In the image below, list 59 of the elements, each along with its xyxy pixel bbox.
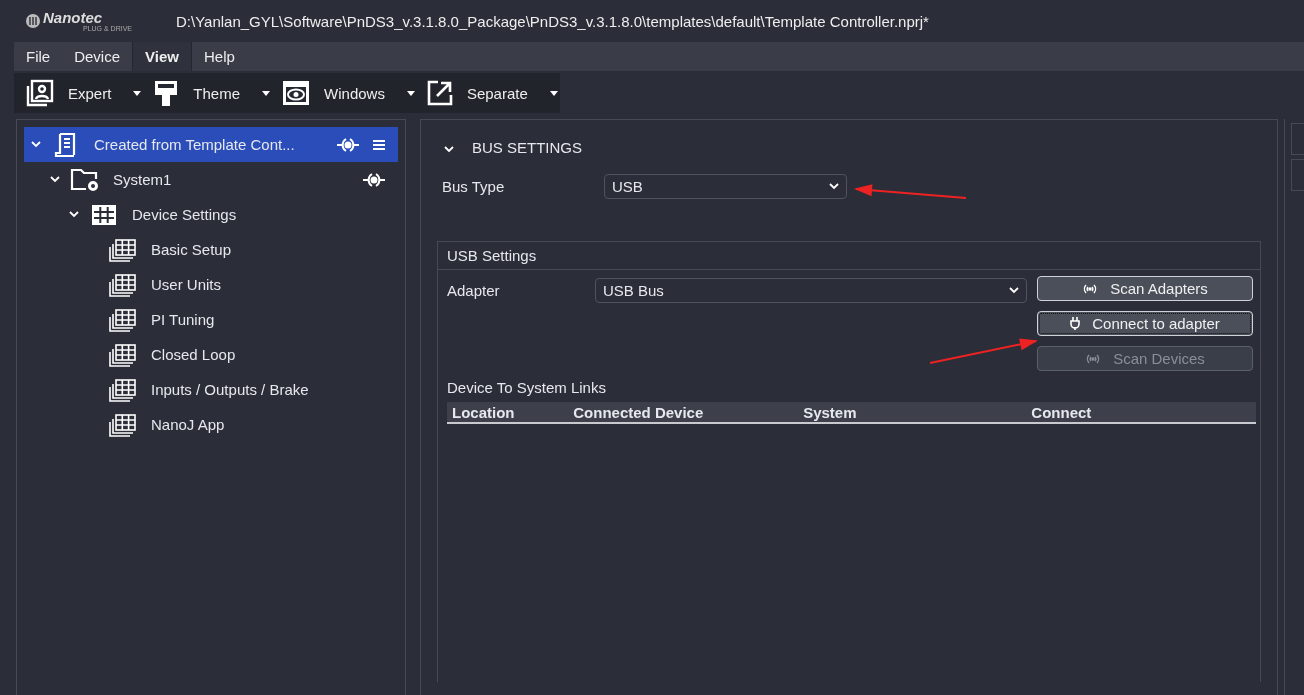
toolbar-button[interactable]: Separate <box>466 84 528 102</box>
paint-roller-icon <box>153 79 180 107</box>
table-stack-icon <box>109 272 137 297</box>
bus-type-dropdown[interactable]: USB <box>604 174 847 199</box>
toolbar-button[interactable]: Theme <box>193 84 241 102</box>
tree-item[interactable]: Basic Setup <box>24 232 398 267</box>
tree-item[interactable]: NanoJ App <box>24 407 398 442</box>
folder-gear-icon <box>70 167 100 192</box>
chevron-down-icon[interactable] <box>1009 287 1019 294</box>
table-stack-icon <box>109 307 137 332</box>
logo-icon <box>26 14 40 28</box>
chevron-down-icon[interactable] <box>31 141 41 148</box>
field-label: Adapter <box>447 282 501 299</box>
tree-item[interactable]: System1 <box>24 162 398 197</box>
target-link-icon[interactable] <box>362 170 386 189</box>
chevron-down-icon[interactable] <box>50 176 60 183</box>
chevron-down-icon[interactable] <box>69 211 79 218</box>
caret-icon[interactable] <box>549 90 558 96</box>
tree-item[interactable]: User Units <box>24 267 398 302</box>
caret-icon[interactable] <box>133 90 142 96</box>
logo-text: Nanotec <box>43 10 104 25</box>
document-icon <box>54 131 78 158</box>
action-button[interactable]: Scan Adapters <box>1037 276 1253 301</box>
table-stack-icon <box>109 377 137 402</box>
column-header[interactable]: System <box>798 402 1027 423</box>
menu-item[interactable]: View <box>132 42 192 71</box>
table-stack-icon <box>109 412 137 437</box>
window-title: D:\Yanlan_GYL\Software\PnDS3_v.3.1.8.0_Package\PnDS3_v.3.1.8.0\templates\default\Template Controller.nprj* <box>176 12 929 30</box>
adapter-dropdown[interactable]: USB Bus <box>595 278 1027 303</box>
target-link-icon[interactable] <box>336 135 360 154</box>
tree-item[interactable]: Inputs / Outputs / Brake <box>24 372 398 407</box>
grid-icon <box>92 204 116 225</box>
table-stack-icon <box>109 237 137 262</box>
tree-item[interactable]: Closed Loop <box>24 337 398 372</box>
chevron-down-icon[interactable] <box>829 183 839 190</box>
column-header[interactable]: Connected Device <box>568 402 799 423</box>
caret-icon[interactable] <box>406 90 415 96</box>
section-title: BUS SETTINGS <box>472 138 583 156</box>
chevron-down-icon[interactable] <box>444 145 454 153</box>
table-stack-icon <box>109 342 137 367</box>
column-header[interactable]: Location <box>447 402 569 423</box>
field-label: Bus Type <box>441 178 506 195</box>
menu-icon[interactable] <box>372 138 386 151</box>
tree-item[interactable]: Device Settings <box>24 197 398 232</box>
broadcast-icon <box>1082 283 1099 294</box>
portrait-icon <box>26 79 54 107</box>
toolbar-button[interactable]: Expert <box>68 84 112 102</box>
column-header[interactable]: Connect <box>1026 402 1256 423</box>
action-button[interactable]: Connect to adapter <box>1037 311 1253 336</box>
eye-icon <box>282 80 311 106</box>
tree-item[interactable]: Created from Template Cont... <box>24 127 398 162</box>
caret-icon[interactable] <box>262 90 271 96</box>
group-title: USB Settings <box>447 247 537 264</box>
toolbar-button[interactable]: Windows <box>324 84 385 102</box>
tree-item[interactable]: PI Tuning <box>24 302 398 337</box>
external-link-icon <box>426 80 453 106</box>
section-label: Device To System Links <box>447 379 607 396</box>
plug-icon <box>1070 317 1081 330</box>
broadcast-icon <box>1085 353 1102 364</box>
